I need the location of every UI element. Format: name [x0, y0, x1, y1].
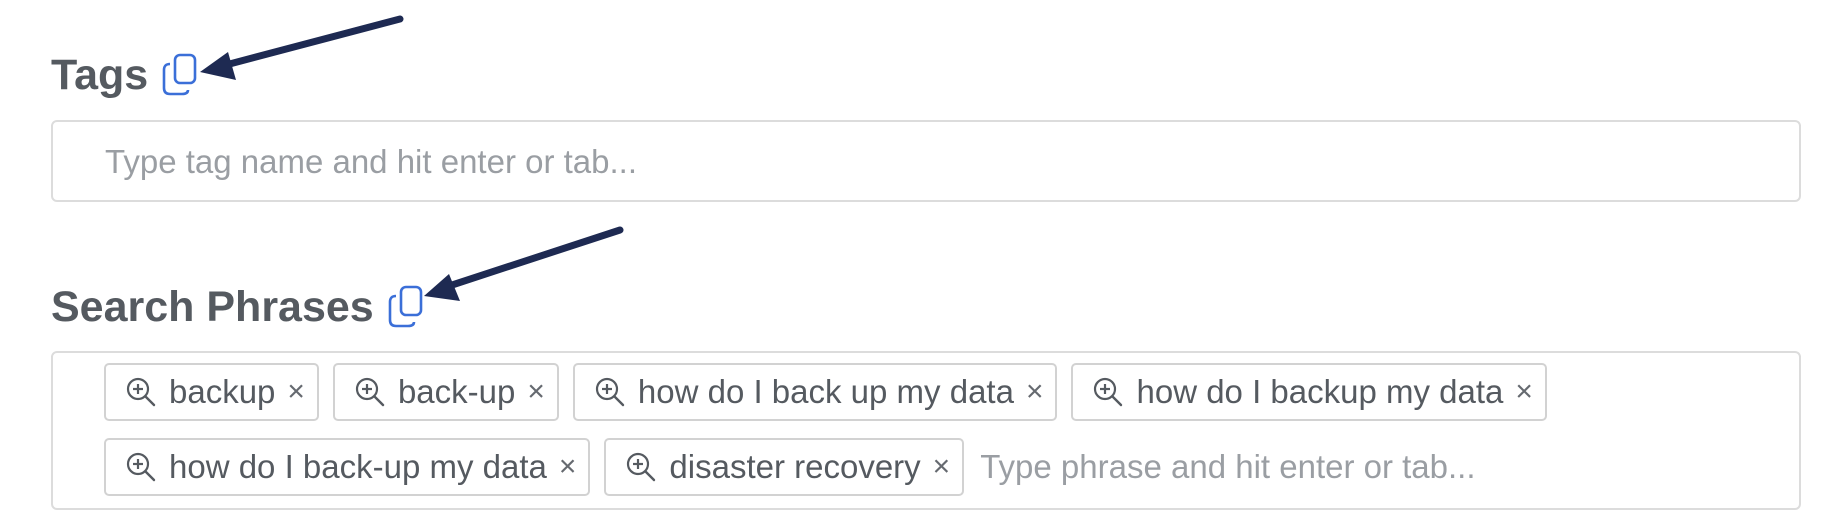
remove-chip-icon[interactable]: × — [1026, 377, 1044, 407]
chip-row-2: how do I back-up my data × disaster reco… — [104, 438, 1583, 496]
search-phrases-copy-icon[interactable] — [386, 284, 426, 330]
tags-copy-icon[interactable] — [160, 52, 200, 98]
search-phrases-title: Search Phrases — [51, 282, 374, 331]
zoom-in-icon — [354, 376, 386, 408]
tags-and-phrases-form: Tags Search Phrases backup — [0, 0, 1834, 530]
phrase-chip[interactable]: how do I back-up my data × — [104, 438, 591, 496]
remove-chip-icon[interactable]: × — [1515, 377, 1533, 407]
phrase-chip-label: disaster recovery — [669, 448, 921, 485]
remove-chip-icon[interactable]: × — [933, 452, 951, 482]
phrase-chip-label: how do I backup my data — [1136, 373, 1504, 410]
zoom-in-icon — [125, 451, 157, 483]
arrow-icon — [200, 15, 404, 80]
search-phrases-input-box[interactable]: backup × back-up × how do I back up my d… — [51, 351, 1801, 510]
chip-row-1: backup × back-up × how do I back up my d… — [104, 363, 1547, 421]
remove-chip-icon[interactable]: × — [559, 452, 577, 482]
zoom-in-icon — [125, 376, 157, 408]
arrow-icon — [424, 226, 624, 301]
search-phrases-heading: Search Phrases — [51, 284, 426, 330]
phrase-chip-label: back-up — [397, 373, 516, 410]
phrase-chip[interactable]: back-up × — [332, 363, 559, 421]
phrase-chip[interactable]: disaster recovery × — [604, 438, 965, 496]
zoom-in-icon — [1092, 376, 1124, 408]
remove-chip-icon[interactable]: × — [287, 377, 305, 407]
tags-input[interactable] — [103, 140, 1707, 184]
tags-title: Tags — [51, 50, 149, 99]
phrase-chip-label: how do I back up my data — [637, 373, 1014, 410]
tags-input-box[interactable] — [51, 120, 1801, 202]
tags-heading: Tags — [51, 52, 200, 98]
phrase-chip-label: how do I back-up my data — [169, 448, 547, 485]
remove-chip-icon[interactable]: × — [527, 377, 545, 407]
phrase-chip[interactable]: backup × — [104, 363, 319, 421]
phrase-chip-label: backup — [169, 373, 276, 410]
zoom-in-icon — [625, 451, 657, 483]
search-phrase-input[interactable] — [978, 444, 1583, 490]
phrase-chip[interactable]: how do I back up my data × — [572, 363, 1058, 421]
phrase-chip[interactable]: how do I backup my data × — [1071, 363, 1547, 421]
zoom-in-icon — [594, 376, 626, 408]
